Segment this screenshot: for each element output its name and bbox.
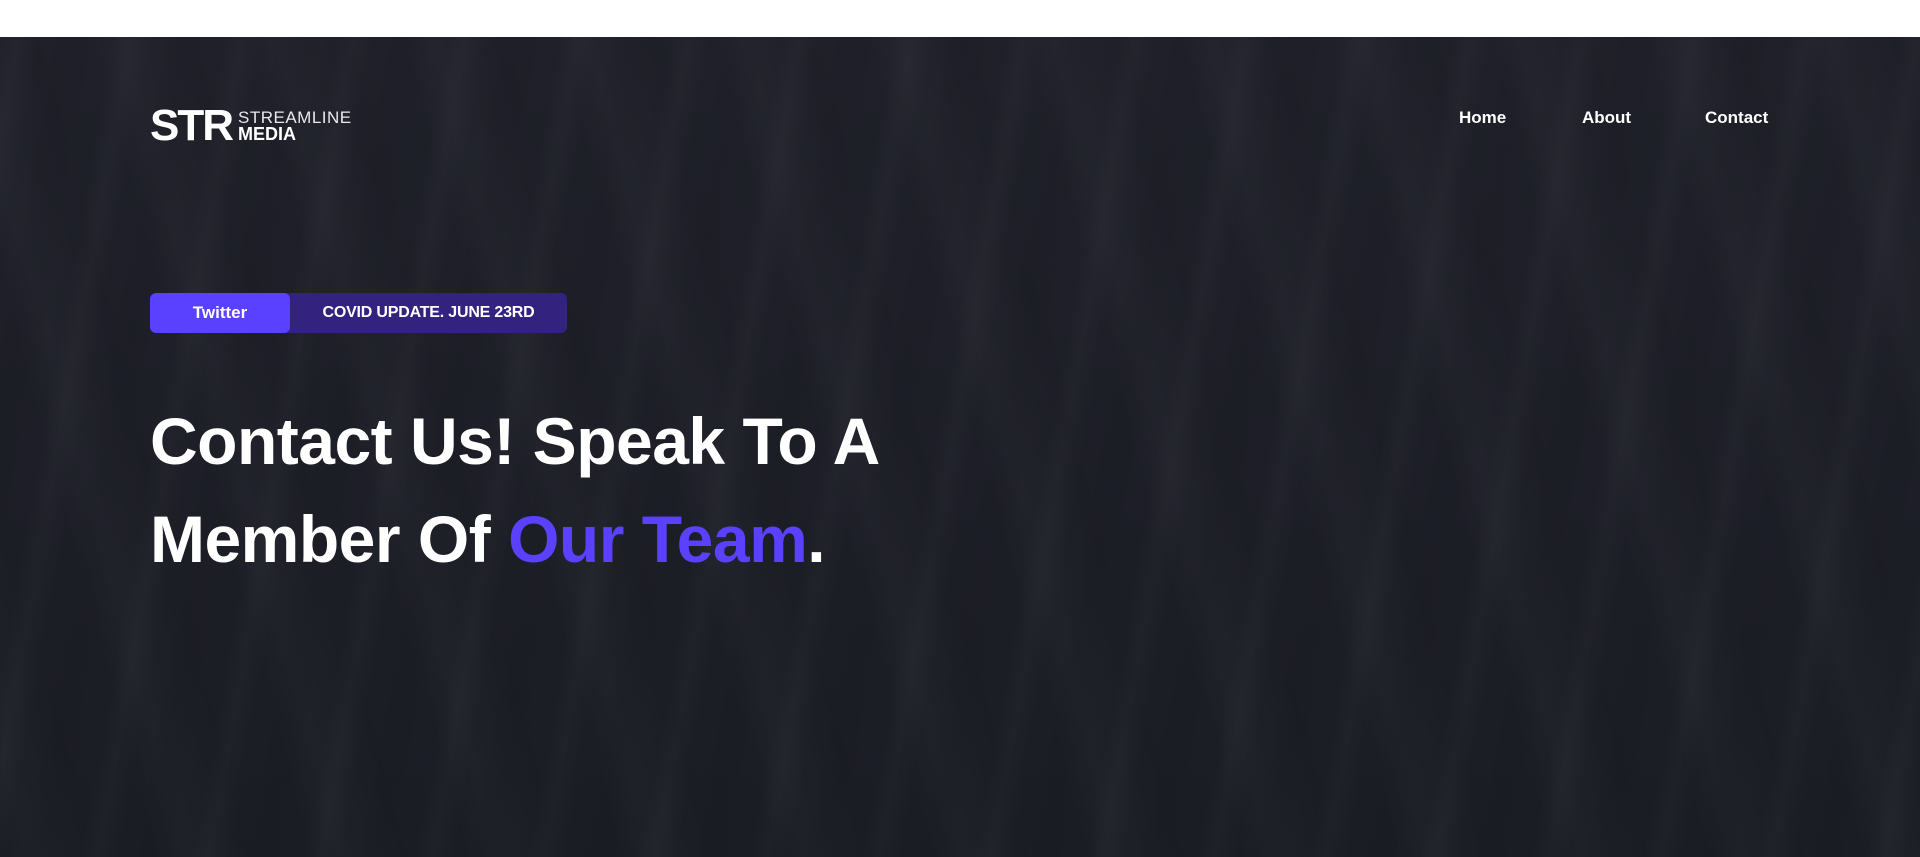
hero-section: STR STREAMLINE MEDIA Home About Contact … bbox=[0, 37, 1920, 857]
top-bar bbox=[0, 0, 1920, 37]
announcement-badge[interactable]: Twitter COVID UPDATE. JUNE 23RD bbox=[150, 293, 567, 333]
logo-mark: STR bbox=[150, 101, 234, 150]
logo-line2: MEDIA bbox=[238, 124, 296, 144]
page-title: Contact Us! Speak To A Member Of Our Tea… bbox=[150, 392, 1050, 588]
logo[interactable]: STR STREAMLINE MEDIA bbox=[150, 101, 352, 150]
nav-contact[interactable]: Contact bbox=[1705, 107, 1768, 129]
title-end: . bbox=[807, 502, 826, 576]
nav-home[interactable]: Home bbox=[1459, 107, 1506, 129]
title-line1: Contact Us! Speak To A bbox=[150, 404, 880, 478]
badge-tag-twitter[interactable]: Twitter bbox=[150, 293, 290, 333]
nav-about[interactable]: About bbox=[1582, 107, 1631, 129]
logo-wordmark: STREAMLINE MEDIA bbox=[238, 109, 352, 144]
badge-text: COVID UPDATE. JUNE 23RD bbox=[322, 304, 535, 321]
title-highlight: Our Team bbox=[508, 502, 808, 576]
title-line2: Member Of bbox=[150, 502, 509, 576]
